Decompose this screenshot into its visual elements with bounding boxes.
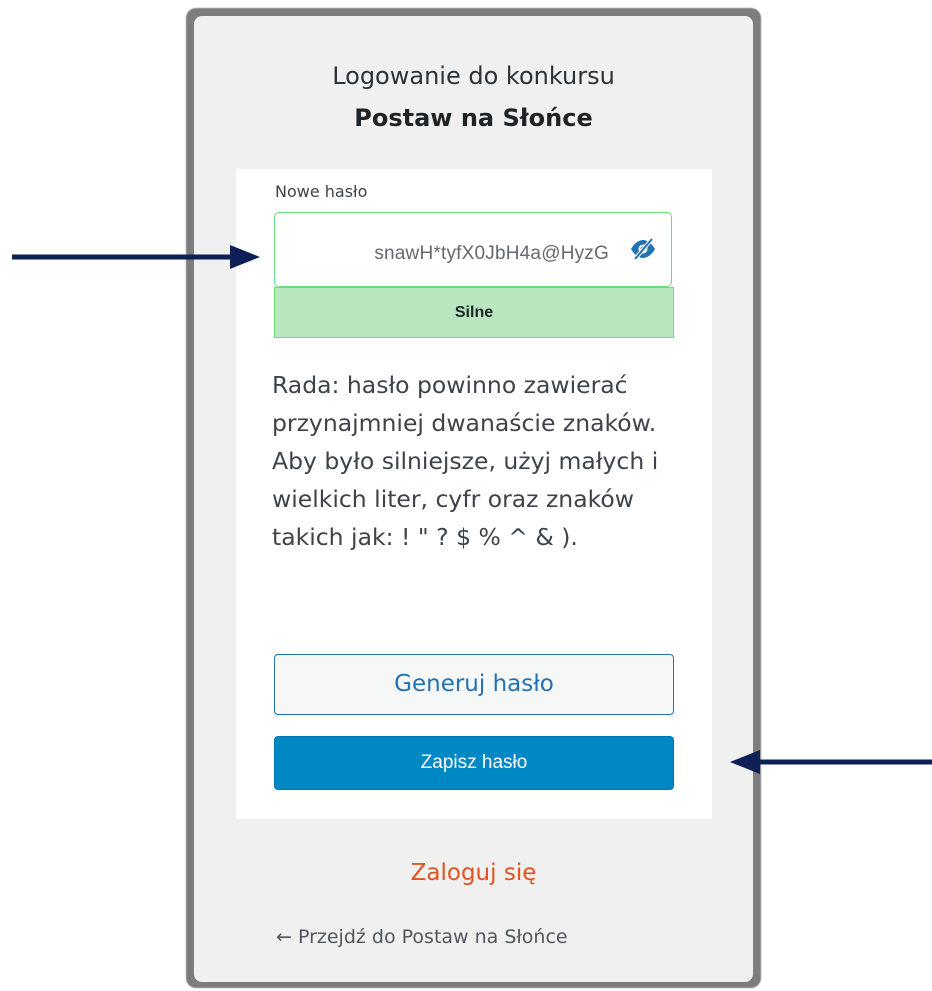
password-hint: Rada: hasło powinno zawierać przynajmnie… <box>272 371 659 551</box>
generate-password-button[interactable]: Generuj hasło <box>274 654 674 715</box>
annotation-arrow-left <box>730 750 932 774</box>
login-link[interactable]: Zaloguj się <box>194 860 753 886</box>
password-value: snawH*tyfX0JbH4a@HyzG <box>374 243 609 264</box>
eye-slash-icon[interactable] <box>629 237 657 261</box>
new-password-label: Nowe hasło <box>275 182 368 201</box>
site-name: Postaw na Słońce <box>354 104 593 132</box>
password-strength-indicator: Silne <box>274 287 674 338</box>
page-title: Logowanie do konkursu <box>332 62 615 90</box>
back-to-site-link[interactable]: ← Przejdź do Postaw na Słońce <box>276 926 568 948</box>
annotation-arrow-right <box>12 245 260 269</box>
new-password-input[interactable]: snawH*tyfX0JbH4a@HyzG <box>274 212 672 287</box>
save-password-button[interactable]: Zapisz hasło <box>274 736 674 790</box>
